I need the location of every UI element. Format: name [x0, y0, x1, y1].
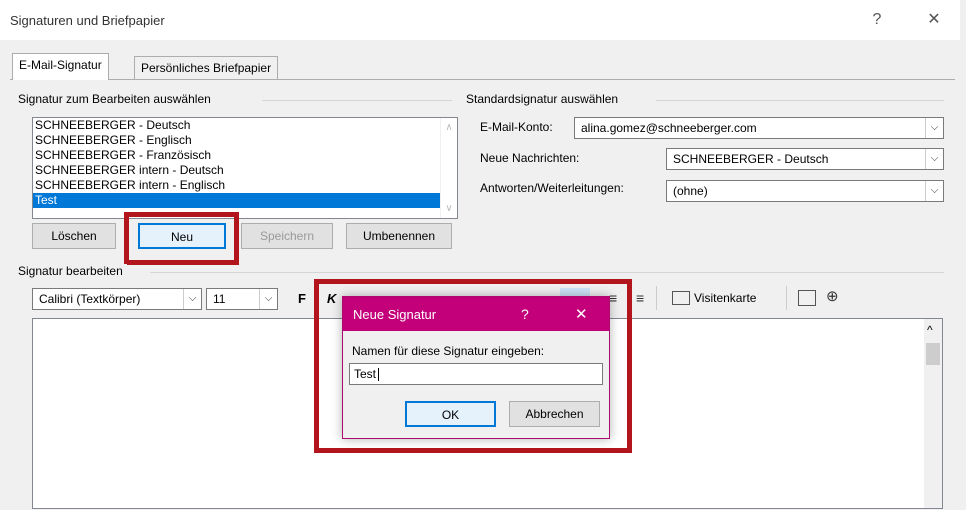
scroll-down-icon[interactable]: ∨ [443, 203, 455, 214]
scroll-thumb[interactable] [926, 343, 940, 365]
list-item[interactable]: SCHNEEBERGER intern - Deutsch [33, 163, 457, 178]
highlight-frame-new [124, 212, 239, 265]
help-button[interactable]: ? [862, 8, 892, 32]
close-button[interactable]: ✕ [919, 8, 949, 32]
save-button[interactable]: Speichern [241, 223, 333, 249]
font-combo[interactable]: Calibri (Textkörper) ⌵ [32, 288, 202, 310]
cancel-button[interactable]: Abbrechen [509, 401, 600, 427]
list-item[interactable]: SCHNEEBERGER - Französisch [33, 148, 457, 163]
chevron-down-icon[interactable]: ⌵ [183, 289, 201, 309]
delete-label: Löschen [51, 229, 97, 243]
group-label-edit: Signatur bearbeiten [18, 264, 127, 278]
window-title: Signaturen und Briefpapier [10, 13, 165, 28]
business-card-icon [672, 290, 690, 305]
align-right-icon[interactable]: ≡ [636, 290, 644, 306]
ok-button[interactable]: OK [405, 401, 496, 427]
list-scrollbar[interactable]: ∧ ∨ [440, 118, 457, 218]
new-messages-value: SCHNEEBERGER - Deutsch [673, 152, 829, 166]
new-messages-label: Neue Nachrichten: [480, 151, 580, 165]
dialog-title-bar: Neue Signatur ? ✕ [343, 297, 609, 331]
divider [656, 286, 657, 310]
account-combo[interactable]: alina.gomez@schneeberger.com ⌵ [574, 117, 944, 139]
rename-label: Umbenennen [362, 229, 436, 243]
list-item[interactable]: SCHNEEBERGER - Englisch [33, 133, 457, 148]
signature-name-input[interactable]: Test [349, 363, 603, 385]
replies-combo[interactable]: (ohne) ⌵ [666, 180, 944, 202]
replies-value: (ohne) [673, 184, 708, 198]
business-card-label: Visitenkarte [694, 290, 757, 305]
divider [656, 100, 944, 101]
group-label-default: Standardsignatur auswählen [466, 92, 623, 106]
new-signature-dialog: Neue Signatur ? ✕ Namen für diese Signat… [342, 296, 610, 439]
size-value: 11 [213, 292, 226, 306]
editor-scrollbar[interactable]: ^ [924, 319, 942, 508]
save-label: Speichern [259, 229, 315, 243]
picture-icon[interactable] [798, 290, 816, 306]
text-cursor [378, 368, 380, 382]
tab-personal-stationery[interactable]: Persönliches Briefpapier [134, 56, 279, 79]
group-label-select: Signatur zum Bearbeiten auswählen [18, 92, 215, 106]
chevron-down-icon[interactable]: ⌵ [259, 289, 277, 309]
divider [262, 100, 452, 101]
chevron-down-icon[interactable]: ⌵ [925, 149, 943, 169]
cancel-label: Abbrechen [525, 407, 584, 421]
account-value: alina.gomez@schneeberger.com [581, 121, 757, 135]
size-combo[interactable]: 11 ⌵ [206, 288, 278, 310]
hyperlink-icon[interactable]: ⊕ [826, 287, 839, 305]
list-item-selected[interactable]: Test [33, 193, 441, 208]
font-value: Calibri (Textkörper) [39, 292, 141, 306]
bold-button[interactable]: F [298, 291, 306, 306]
chevron-down-icon[interactable]: ⌵ [925, 181, 943, 201]
title-bar: Signaturen und Briefpapier ? ✕ [0, 0, 960, 40]
tab-email-signature[interactable]: E-Mail-Signatur [12, 53, 109, 80]
account-label: E-Mail-Konto: [480, 120, 553, 134]
dialog-prompt: Namen für diese Signatur eingeben: [352, 344, 545, 358]
replies-label: Antworten/Weiterleitungen: [480, 181, 624, 195]
ok-label: OK [441, 408, 460, 422]
signature-name-value: Test [354, 367, 377, 381]
tab-label: E-Mail-Signatur [19, 58, 102, 72]
divider [150, 272, 944, 273]
list-item[interactable]: SCHNEEBERGER intern - Englisch [33, 178, 457, 193]
rename-button[interactable]: Umbenennen [346, 223, 452, 249]
dialog-title: Neue Signatur [353, 307, 437, 322]
delete-button[interactable]: Löschen [32, 223, 116, 249]
scroll-up-icon[interactable]: ^ [927, 323, 933, 337]
dialog-help-button[interactable]: ? [521, 306, 529, 322]
signature-list[interactable]: SCHNEEBERGER - Deutsch SCHNEEBERGER - En… [32, 117, 458, 219]
tab-label: Persönliches Briefpapier [141, 61, 272, 75]
list-item[interactable]: SCHNEEBERGER - Deutsch [33, 118, 457, 133]
scroll-up-icon[interactable]: ∧ [443, 122, 455, 133]
new-messages-combo[interactable]: SCHNEEBERGER - Deutsch ⌵ [666, 148, 944, 170]
dialog-close-button[interactable]: ✕ [575, 305, 588, 323]
business-card-button[interactable]: Visitenkarte [672, 290, 756, 305]
divider [786, 286, 787, 310]
chevron-down-icon[interactable]: ⌵ [925, 118, 943, 138]
